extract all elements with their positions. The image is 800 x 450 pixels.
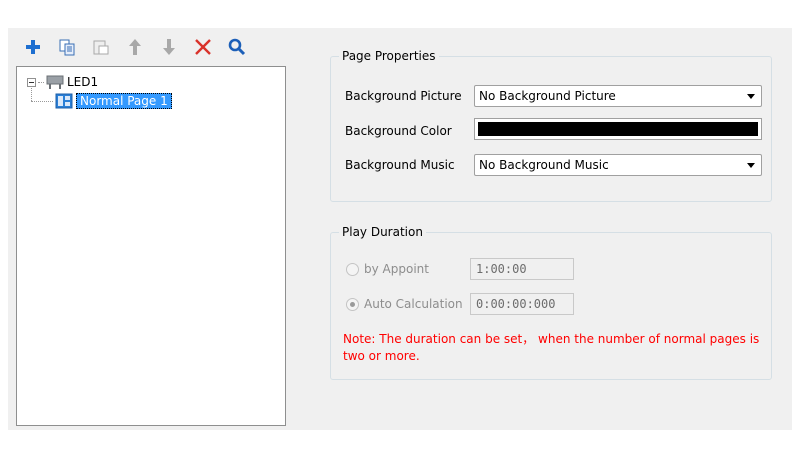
copy-icon (59, 39, 75, 56)
color-fill (478, 122, 758, 136)
background-picture-value: No Background Picture (479, 89, 616, 103)
background-music-select[interactable]: No Background Music (474, 154, 762, 176)
auto-calculation-input[interactable]: 0:00:00:000 (470, 293, 574, 315)
search-button[interactable] (226, 36, 248, 58)
background-music-value: No Background Music (479, 158, 609, 172)
page-layout-icon (55, 93, 73, 109)
arrow-up-icon (129, 39, 141, 55)
background-picture-label: Background Picture (345, 89, 462, 103)
background-picture-select[interactable]: No Background Picture (474, 85, 762, 107)
tree-connector (31, 101, 53, 102)
background-color-label: Background Color (345, 124, 452, 138)
move-up-button[interactable] (124, 36, 146, 58)
delete-x-icon (195, 39, 211, 55)
paste-icon (93, 40, 109, 55)
delete-button[interactable] (192, 36, 214, 58)
background-music-label: Background Music (345, 158, 455, 172)
group-title: Page Properties (339, 49, 439, 63)
tree-node-normal-page[interactable]: Normal Page 1 (55, 92, 172, 110)
paste-button[interactable] (90, 36, 112, 58)
background-color-picker[interactable] (474, 118, 762, 140)
move-down-button[interactable] (158, 36, 180, 58)
page-properties-group: Page Properties Background Picture No Ba… (330, 49, 772, 202)
dropdown-arrow-icon (747, 94, 755, 99)
page-tree[interactable]: LED1 Normal Page 1 (16, 66, 286, 426)
auto-calculation-radio[interactable] (346, 298, 359, 311)
by-appoint-label: by Appoint (364, 262, 429, 276)
duration-note: Note: The duration can be set， when the … (343, 332, 760, 363)
auto-calculation-label: Auto Calculation (364, 297, 463, 311)
copy-button[interactable] (56, 36, 78, 58)
by-appoint-input[interactable]: 1:00:00 (470, 258, 574, 280)
plus-icon (26, 40, 40, 54)
main-window: LED1 Normal Page 1 Page Properties Backg… (8, 28, 792, 430)
dropdown-arrow-icon (747, 163, 755, 168)
arrow-down-icon (163, 39, 175, 55)
tree-node-led1[interactable]: LED1 (27, 73, 101, 91)
collapse-toggle-icon[interactable] (27, 77, 36, 87)
tree-node-label-selected: Normal Page 1 (76, 93, 172, 109)
group-title: Play Duration (339, 225, 426, 239)
add-button[interactable] (22, 36, 44, 58)
led-screen-icon (46, 75, 64, 89)
toolbar (22, 36, 260, 58)
tree-node-label: LED1 (67, 75, 99, 89)
properties-panel: Page Properties Background Picture No Ba… (314, 36, 784, 430)
search-icon (228, 38, 246, 56)
by-appoint-radio[interactable] (346, 263, 359, 276)
play-duration-group: Play Duration by Appoint 1:00:00 Auto Ca… (330, 225, 772, 380)
